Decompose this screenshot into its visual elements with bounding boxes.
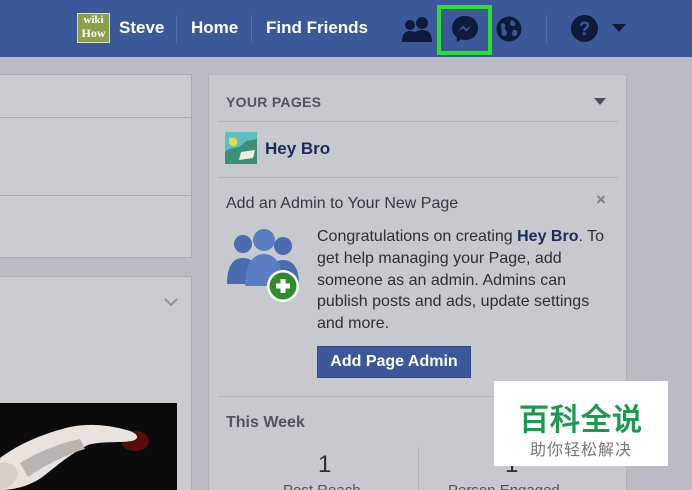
add-page-admin-button[interactable]: Add Page Admin	[317, 346, 471, 378]
post-reach-label[interactable]: Post Reach	[283, 482, 361, 490]
add-admin-title: Add an Admin to Your New Page	[226, 195, 459, 212]
svg-text:?: ?	[579, 19, 591, 40]
add-admin-description: Congratulations on creating Hey Bro. To …	[317, 226, 607, 335]
close-icon[interactable]: ×	[596, 190, 606, 210]
this-week-heading: This Week	[226, 414, 305, 431]
desc-page-name[interactable]: Hey Bro	[517, 228, 578, 245]
chevron-down-icon[interactable]	[163, 294, 179, 312]
page-name-link[interactable]: Hey Bro	[265, 139, 330, 159]
profile-avatar[interactable]: wiki How	[77, 13, 110, 43]
top-navigation-bar: wiki How Steve Home Find Friends ?	[0, 0, 692, 57]
section-divider	[218, 121, 618, 122]
logo-text-how: How	[81, 26, 106, 40]
left-card-divider	[0, 117, 192, 118]
stat-divider	[418, 447, 419, 490]
messenger-highlight-box	[437, 5, 492, 55]
watermark-title: 百科全说	[519, 403, 643, 438]
post-reach-value: 1	[318, 451, 332, 478]
nav-divider	[546, 15, 547, 43]
watermark-subtitle: 助你轻松解决	[529, 440, 632, 459]
post-photo[interactable]	[0, 403, 177, 490]
admin-people-icon	[225, 228, 305, 309]
person-engaged-label[interactable]: Person Engaged	[448, 482, 560, 490]
nav-divider	[176, 15, 177, 43]
nav-divider	[251, 15, 252, 43]
left-card-divider	[0, 195, 192, 196]
watermark-badge: 百科全说 助你轻松解决	[494, 381, 668, 466]
page-thumbnail[interactable]	[225, 132, 257, 164]
desc-prefix: Congratulations on creating	[317, 228, 518, 245]
globe-icon[interactable]	[495, 15, 523, 48]
home-link[interactable]: Home	[191, 18, 238, 38]
account-menu-chevron-down-icon[interactable]	[612, 24, 626, 32]
friends-icon[interactable]	[400, 15, 434, 48]
find-friends-link[interactable]: Find Friends	[266, 18, 368, 38]
your-pages-chevron-down-icon[interactable]	[594, 98, 606, 105]
left-top-card	[0, 74, 192, 258]
profile-link[interactable]: Steve	[119, 18, 164, 38]
section-divider	[218, 177, 618, 178]
help-icon[interactable]: ?	[570, 14, 599, 48]
your-pages-heading: YOUR PAGES	[226, 94, 322, 110]
